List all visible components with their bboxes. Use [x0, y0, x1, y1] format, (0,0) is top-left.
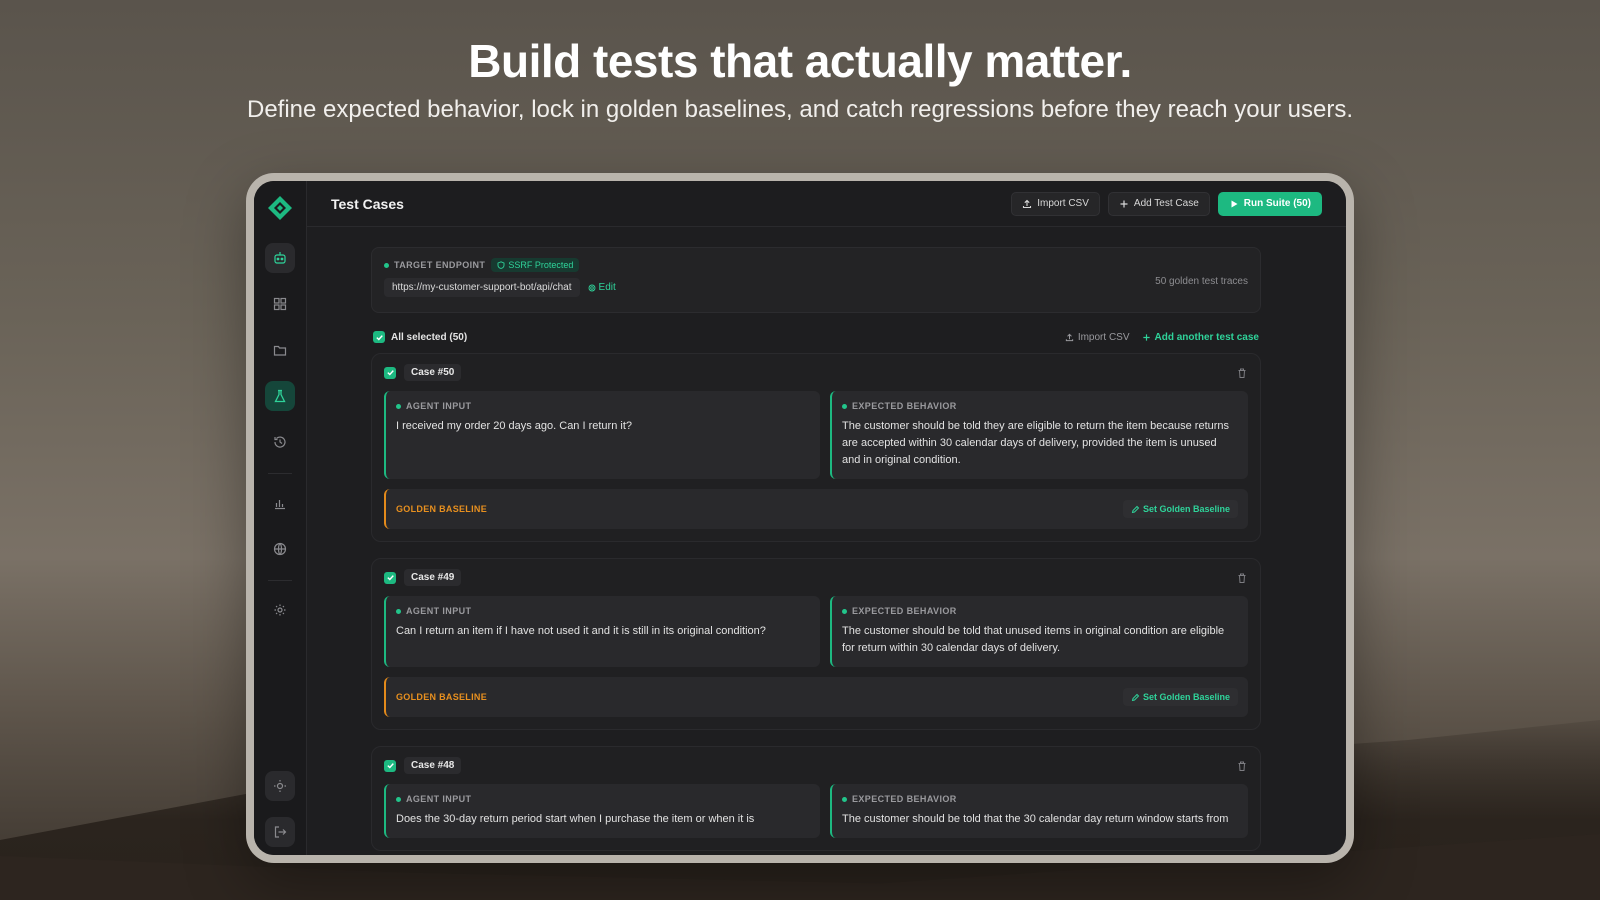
agent-input-text: Can I return an item if I have not used … [396, 625, 766, 637]
import-csv-label: Import CSV [1037, 198, 1089, 209]
content-column: TARGET ENDPOINT SSRF Protected https://m… [371, 247, 1261, 851]
import-csv-link[interactable]: Import CSV [1065, 332, 1130, 343]
bot-icon[interactable] [265, 243, 295, 273]
case-tag: Case #50 [404, 364, 462, 381]
golden-baseline-row: GOLDEN BASELINE Set Golden Baseline [384, 489, 1248, 529]
trash-icon[interactable] [1236, 760, 1248, 772]
main-panel: Test Cases Import CSV Add Test Case Run … [307, 181, 1346, 855]
flask-icon[interactable] [265, 381, 295, 411]
expected-behavior-box[interactable]: EXPECTED BEHAVIOR The customer should be… [830, 784, 1248, 838]
test-case-card: Case #49 AGENT INPUT Can I return an ite… [371, 558, 1261, 730]
add-another-test-case-link[interactable]: Add another test case [1142, 332, 1259, 343]
history-icon[interactable] [265, 427, 295, 457]
golden-baseline-label: GOLDEN BASELINE [396, 504, 488, 514]
content-area: TARGET ENDPOINT SSRF Protected https://m… [307, 227, 1346, 855]
topbar-actions: Import CSV Add Test Case Run Suite (50) [1011, 191, 1322, 216]
chart-icon[interactable] [265, 488, 295, 518]
add-test-case-label: Add Test Case [1133, 198, 1199, 209]
expected-behavior-box[interactable]: EXPECTED BEHAVIOR The customer should be… [830, 391, 1248, 479]
expected-behavior-label: EXPECTED BEHAVIOR [842, 606, 1238, 616]
pencil-icon [1131, 693, 1140, 701]
hero-title: Build tests that actually matter. [468, 35, 1132, 87]
set-golden-baseline-button[interactable]: Set Golden Baseline [1122, 688, 1238, 706]
app-logo [268, 196, 292, 220]
expected-behavior-box[interactable]: EXPECTED BEHAVIOR The customer should be… [830, 596, 1248, 667]
globe-icon[interactable] [265, 534, 295, 564]
ssrf-badge: SSRF Protected [491, 258, 580, 272]
add-test-case-button[interactable]: Add Test Case [1107, 191, 1210, 216]
agent-input-label: AGENT INPUT [396, 794, 810, 804]
check-icon [386, 370, 394, 376]
status-dot [384, 262, 389, 268]
golden-baseline-row: GOLDEN BASELINE Set Golden Baseline [384, 677, 1248, 717]
play-icon [1231, 200, 1238, 207]
trash-icon[interactable] [1236, 572, 1248, 584]
golden-baseline-label: GOLDEN BASELINE [396, 692, 488, 702]
folder-icon[interactable] [265, 335, 295, 365]
expected-behavior-text: The customer should be told they are eli… [842, 420, 1230, 466]
page-title: Test Cases [331, 195, 404, 212]
plus-icon [1142, 333, 1150, 341]
upload-icon [1065, 333, 1073, 341]
upload-icon [1023, 199, 1032, 208]
check-icon [386, 763, 394, 769]
run-suite-label: Run Suite (50) [1243, 198, 1311, 209]
expected-behavior-text: The customer should be told that the 30 … [842, 813, 1229, 825]
sidebar-divider [268, 473, 292, 474]
edit-endpoint-link[interactable]: Edit [588, 282, 616, 293]
logout-icon[interactable] [265, 817, 295, 847]
golden-traces-count: 50 golden test traces [1155, 276, 1248, 287]
pencil-icon [1131, 505, 1140, 513]
case-checkbox[interactable] [384, 759, 396, 772]
check-icon [375, 334, 383, 341]
expected-behavior-label: EXPECTED BEHAVIOR [842, 794, 1238, 804]
case-tag: Case #48 [404, 757, 462, 774]
case-checkbox[interactable] [384, 571, 396, 584]
import-csv-button[interactable]: Import CSV [1011, 191, 1100, 216]
topbar: Test Cases Import CSV Add Test Case Run … [307, 181, 1346, 227]
theme-icon[interactable] [265, 771, 295, 801]
set-golden-baseline-button[interactable]: Set Golden Baseline [1122, 500, 1238, 518]
gear-icon [588, 284, 595, 291]
endpoint-label: TARGET ENDPOINT [384, 260, 485, 270]
selection-row: All selected (50) Import CSV Add another… [373, 331, 1259, 343]
agent-input-label: AGENT INPUT [396, 606, 810, 616]
case-tag: Case #49 [404, 569, 462, 586]
hero-subtitle: Define expected behavior, lock in golden… [247, 96, 1353, 123]
selection-label: All selected (50) [391, 331, 468, 343]
agent-input-box[interactable]: AGENT INPUT Can I return an item if I ha… [384, 596, 820, 667]
agent-input-box[interactable]: AGENT INPUT Does the 30-day return perio… [384, 784, 820, 838]
case-checkbox[interactable] [384, 366, 396, 379]
agent-input-text: Does the 30-day return period start when… [396, 813, 755, 825]
settings-icon[interactable] [265, 595, 295, 625]
sidebar [254, 181, 307, 855]
endpoint-url: https://my-customer-support-bot/api/chat [384, 278, 580, 297]
sidebar-divider [268, 580, 292, 581]
shield-icon [497, 261, 505, 269]
agent-input-label: AGENT INPUT [396, 401, 810, 411]
check-icon [386, 575, 394, 581]
agent-input-text: I received my order 20 days ago. Can I r… [396, 420, 633, 432]
app-screen: Test Cases Import CSV Add Test Case Run … [254, 181, 1346, 855]
expected-behavior-text: The customer should be told that unused … [842, 625, 1225, 654]
target-endpoint-card: TARGET ENDPOINT SSRF Protected https://m… [371, 247, 1261, 313]
run-suite-button[interactable]: Run Suite (50) [1217, 191, 1322, 216]
select-all-checkbox[interactable] [373, 331, 385, 343]
test-case-card: Case #50 AGENT INPUT I received my order… [371, 353, 1261, 542]
device-frame: Test Cases Import CSV Add Test Case Run … [246, 173, 1354, 863]
dashboard-icon[interactable] [265, 289, 295, 319]
trash-icon[interactable] [1236, 367, 1248, 379]
plus-icon [1120, 200, 1128, 207]
expected-behavior-label: EXPECTED BEHAVIOR [842, 401, 1238, 411]
test-case-card: Case #48 AGENT INPUT Does the 30-day ret… [371, 746, 1261, 851]
agent-input-box[interactable]: AGENT INPUT I received my order 20 days … [384, 391, 820, 479]
